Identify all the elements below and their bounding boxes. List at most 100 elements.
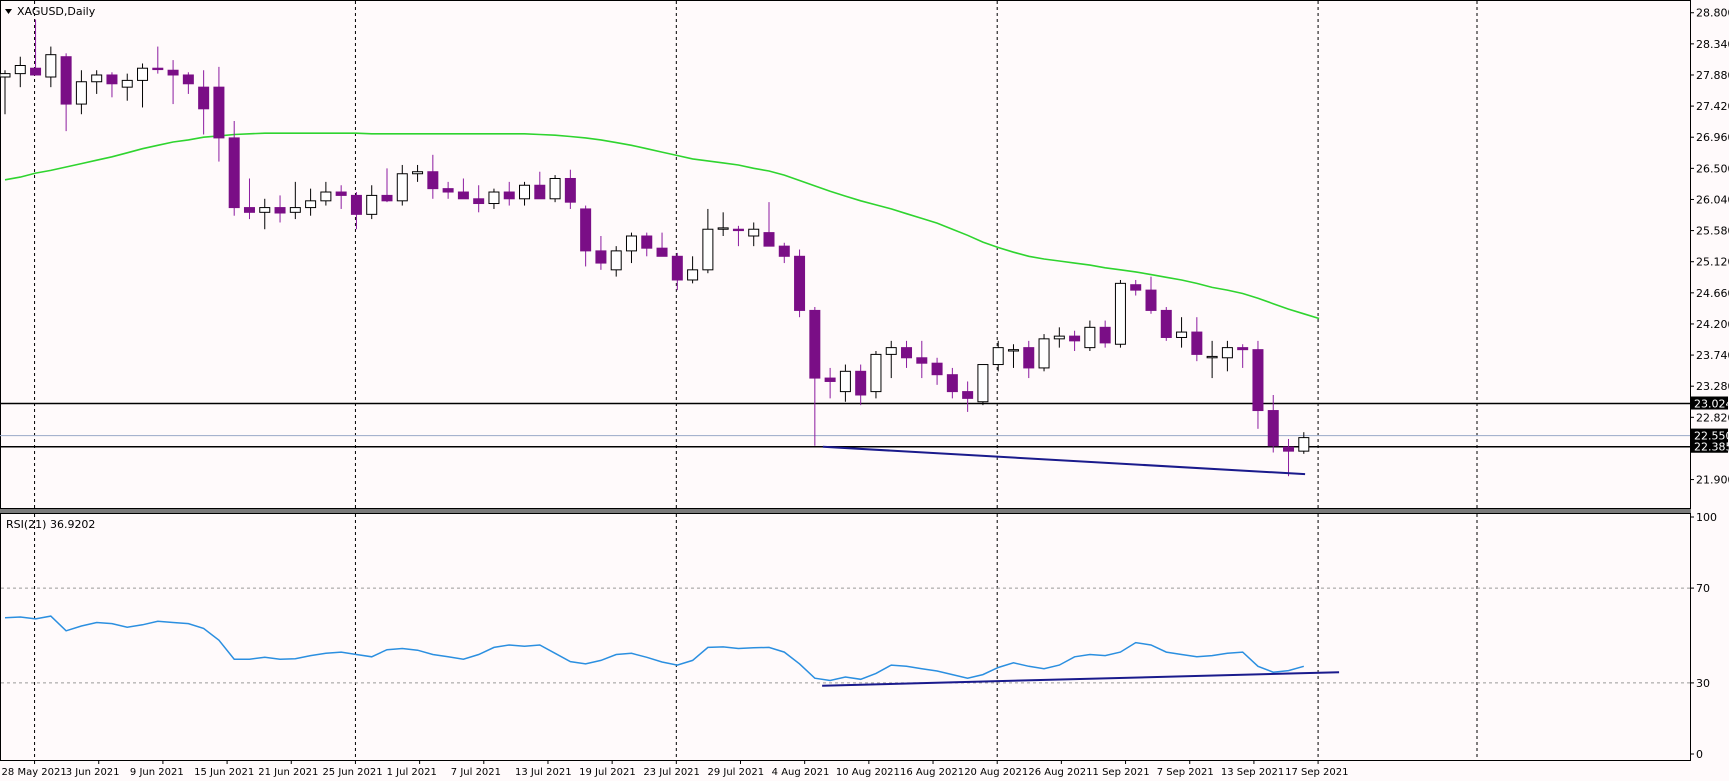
time-tick-label: 16 Aug 2021 [900, 767, 964, 778]
time-tick-label: 13 Sep 2021 [1221, 767, 1284, 778]
time-tick-label: 21 Jun 2021 [258, 767, 318, 778]
candle-body [1221, 347, 1233, 359]
candle-body [442, 188, 454, 193]
candle-body [1191, 331, 1203, 355]
price-tick-label: 23.280 [1696, 380, 1729, 393]
candle-body [60, 56, 72, 105]
candle-body [641, 235, 653, 249]
time-tick-label: 20 Aug 2021 [964, 767, 1028, 778]
candle-body [412, 171, 424, 175]
candle-body [106, 74, 118, 85]
price-tick-label: 24.200 [1696, 318, 1729, 331]
trading-chart: 28.800 28.340 27.880 27.420 26.960 26.500 26.0… [0, 0, 1729, 781]
candle-body [473, 198, 485, 205]
candle-body [121, 79, 133, 88]
rsi-tick-label: 70 [1696, 582, 1710, 595]
candle-body [794, 255, 806, 311]
price-tick-label: 26.500 [1696, 162, 1729, 175]
candle-body [885, 347, 897, 355]
candle-body [182, 74, 194, 85]
time-tick-label: 1 Sep 2021 [1093, 767, 1150, 778]
candle-body [488, 191, 500, 205]
candle-body [259, 207, 271, 213]
price-tick-label: 26.960 [1696, 131, 1729, 144]
candle-body [534, 184, 546, 200]
candle-body [152, 67, 164, 71]
candle-body [335, 191, 347, 196]
time-tick-label: 13 Jul 2021 [515, 767, 572, 778]
candle-body [1267, 410, 1279, 447]
candle-body [1130, 284, 1142, 291]
time-tick-label: 7 Jul 2021 [451, 767, 501, 778]
candle-body [977, 364, 989, 403]
candle-body [1038, 338, 1050, 369]
time-tick-label: 19 Jul 2021 [579, 767, 636, 778]
candle-body [839, 370, 851, 393]
candle-body [1283, 446, 1295, 452]
price-tick-label: 27.420 [1696, 100, 1729, 113]
time-tick-label: 28 May 2021 [2, 767, 67, 778]
candle-body [503, 191, 515, 200]
candle-body [243, 207, 255, 213]
price-tick-label: 25.120 [1696, 256, 1729, 269]
candle-body [824, 377, 836, 382]
time-tick-label: 4 Aug 2021 [772, 767, 830, 778]
time-tick-label: 10 Aug 2021 [836, 767, 900, 778]
candle-body [656, 247, 668, 257]
candle-body [916, 357, 928, 364]
candle-body [870, 353, 882, 393]
price-tick-label: 24.660 [1696, 287, 1729, 300]
price-tick-label: 25.580 [1696, 225, 1729, 238]
candle-body [30, 67, 42, 76]
candle-body [167, 69, 179, 76]
candle-body [213, 86, 225, 139]
candle-body [702, 228, 714, 271]
candle-body [381, 194, 393, 202]
rsi-title: RSI(21) 36.9202 [6, 518, 95, 531]
time-tick-label: 29 Jul 2021 [707, 767, 764, 778]
candle-body [778, 245, 790, 257]
candle-body [763, 232, 775, 247]
rsi-tick-label: 0 [1696, 748, 1703, 761]
time-tick-label: 9 Jun 2021 [130, 767, 184, 778]
symbol-title: XAGUSD,Daily [17, 5, 96, 18]
candle-body [992, 347, 1004, 366]
candle-body [14, 65, 26, 75]
candle-body [137, 67, 149, 81]
time-tick-label: 3 Jun 2021 [66, 767, 120, 778]
candle-body [931, 362, 943, 376]
price-tick-label: 23.740 [1696, 349, 1729, 362]
candle-body [855, 370, 867, 396]
candle-body [1084, 326, 1096, 349]
candle-body [45, 54, 57, 78]
candle-body [1206, 355, 1218, 359]
candle-body [350, 194, 362, 215]
price-tick-label: 26.040 [1696, 193, 1729, 206]
candle-body [610, 250, 622, 271]
price-tick-label: 22.820 [1696, 411, 1729, 424]
candle-body [717, 227, 729, 230]
candle-body [427, 171, 439, 190]
candle-body [1007, 349, 1019, 352]
candle-body [901, 347, 913, 359]
price-tick-label: 21.900 [1696, 474, 1729, 487]
candle-body [1053, 335, 1065, 340]
candle-body [748, 228, 760, 237]
candle-body [305, 200, 317, 209]
time-tick-label: 17 Sep 2021 [1285, 767, 1348, 778]
candle-body [91, 74, 103, 83]
candle-body [1237, 347, 1249, 351]
price-label-text: 22.385 [1694, 441, 1729, 454]
candle-body [809, 309, 821, 379]
candle-body [228, 137, 240, 209]
candle-body [1160, 309, 1172, 338]
time-tick-label: 26 Aug 2021 [1028, 767, 1092, 778]
candle-body [1145, 289, 1157, 311]
candle-body [595, 250, 607, 264]
time-tick-label: 1 Jul 2021 [387, 767, 437, 778]
price-tick-label: 28.800 [1696, 7, 1729, 20]
candle-body [1023, 347, 1035, 369]
time-tick-label: 25 Jun 2021 [322, 767, 382, 778]
candle-body [687, 269, 699, 281]
candle-body [732, 228, 744, 232]
